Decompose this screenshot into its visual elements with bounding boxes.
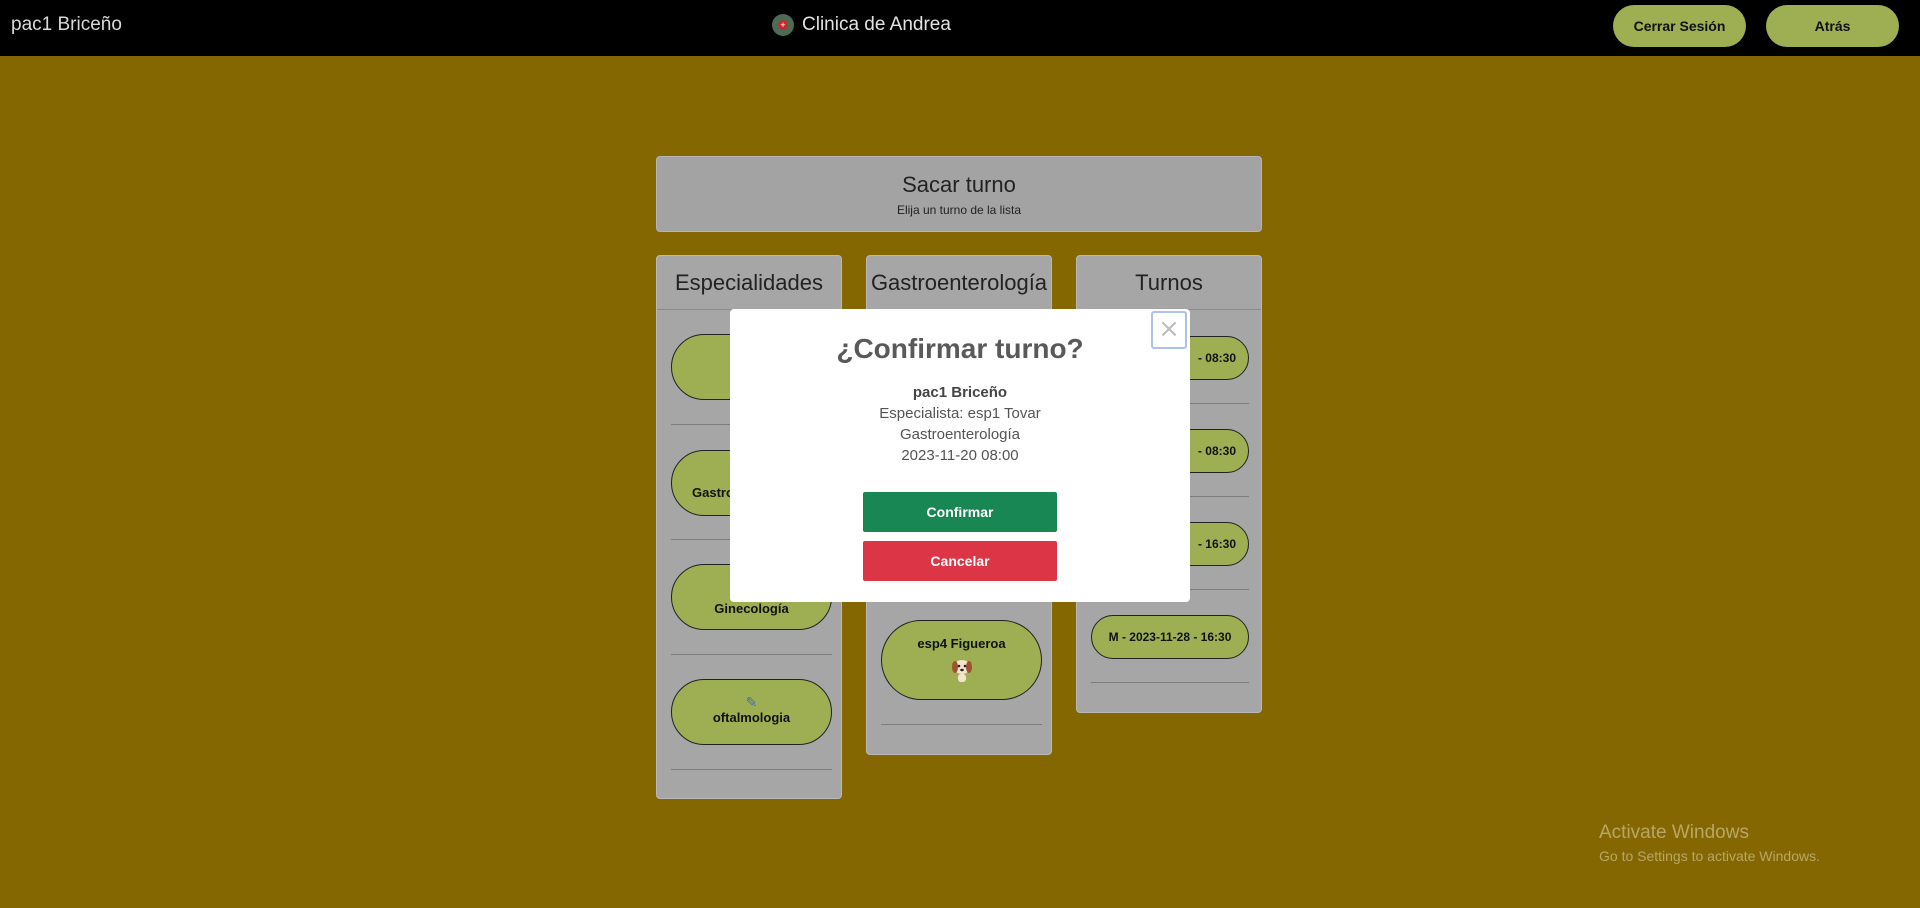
slot-item[interactable]: M - 2023-11-28 - 16:30 (1091, 615, 1249, 659)
windows-activation-watermark: Activate Windows Go to Settings to activ… (1599, 822, 1820, 864)
dialog-details: pac1 Briceño Especialista: esp1 Tovar Ga… (730, 382, 1190, 466)
brand[interactable]: + Clinica de Andrea (772, 14, 951, 36)
user-name: pac1 Briceño (11, 14, 122, 35)
brand-name: Clinica de Andrea (802, 14, 951, 35)
back-button[interactable]: Atrás (1766, 5, 1899, 47)
divider (671, 654, 832, 655)
clinic-logo-icon: + (772, 14, 794, 36)
specialist-item-figueroa[interactable]: esp4 Figueroa (881, 620, 1042, 700)
specialist-line: Especialista: esp1 Tovar (879, 405, 1041, 422)
cancel-button[interactable]: Cancelar (863, 541, 1057, 581)
page-subtitle: Elija un turno de la lista (896, 203, 1022, 217)
confirm-dialog: × ¿Confirmar turno? pac1 Briceño Especia… (730, 309, 1190, 602)
page-title: Sacar turno (902, 172, 1016, 197)
top-navbar: pac1 Briceño + Clinica de Andrea Cerrar … (0, 0, 1920, 56)
specialties-title: Especialidades (657, 256, 841, 310)
divider (1091, 682, 1249, 683)
eyedropper-icon: ✎ (745, 694, 758, 710)
page-header-card: Sacar turno Elija un turno de la lista (656, 156, 1262, 232)
specialty-line: Gastroenterología (899, 426, 1021, 443)
dialog-title: ¿Confirmar turno? (836, 333, 1084, 364)
logout-button[interactable]: Cerrar Sesión (1613, 5, 1746, 47)
confirm-button[interactable]: Confirmar (863, 492, 1057, 532)
specialty-item-oftalmologia[interactable]: ✎ oftalmologia (671, 679, 832, 745)
slots-title: Turnos (1077, 256, 1261, 310)
datetime-line: 2023-11-20 08:00 (901, 447, 1019, 464)
divider (881, 724, 1042, 725)
specialists-title: Gastroenterología (867, 256, 1051, 310)
patient-name: pac1 Briceño (912, 384, 1008, 401)
divider (671, 769, 832, 770)
dog-avatar-icon (948, 655, 976, 683)
